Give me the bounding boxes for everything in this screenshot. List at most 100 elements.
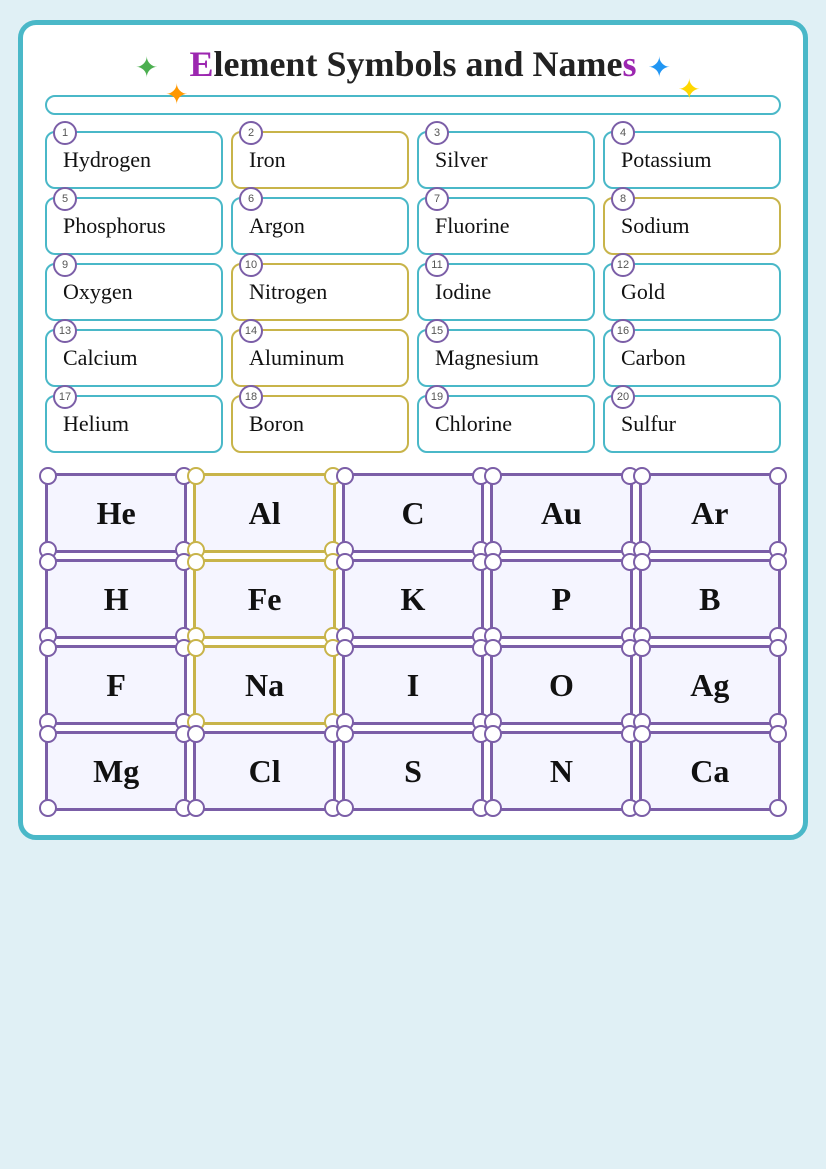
num-badge-7: 7 (425, 187, 449, 211)
star-orange-icon: ✦ (165, 78, 188, 112)
num-badge-13: 13 (53, 319, 77, 343)
name-cell-16: 16 Carbon (603, 329, 781, 387)
num-badge-9: 9 (53, 253, 77, 277)
symbol-text-Mg: Mg (93, 753, 139, 790)
num-badge-19: 19 (425, 385, 449, 409)
element-name-18: Boron (243, 411, 304, 437)
element-name-8: Sodium (615, 213, 689, 239)
name-cell-14: 14 Aluminum (231, 329, 409, 387)
symbol-cell-He[interactable]: He (45, 473, 187, 553)
symbol-cell-I[interactable]: I (342, 645, 484, 725)
symbol-cell-B[interactable]: B (639, 559, 781, 639)
corner-tl (336, 725, 354, 743)
symbol-cell-Ar[interactable]: Ar (639, 473, 781, 553)
symbol-cell-Ca[interactable]: Ca (639, 731, 781, 811)
name-cell-6: 6 Argon (231, 197, 409, 255)
name-cell-10: 10 Nitrogen (231, 263, 409, 321)
corner-bl (39, 799, 57, 817)
symbol-text-Ag: Ag (690, 667, 729, 704)
symbol-cell-Al[interactable]: Al (193, 473, 335, 553)
name-cell-5: 5 Phosphorus (45, 197, 223, 255)
corner-tl (39, 725, 57, 743)
element-name-11: Iodine (429, 279, 491, 305)
name-cell-15: 15 Magnesium (417, 329, 595, 387)
corner-tl (39, 553, 57, 571)
corner-tl (187, 467, 205, 485)
name-cell-4: 4 Potassium (603, 131, 781, 189)
name-cell-8: 8 Sodium (603, 197, 781, 255)
corner-tl (484, 639, 502, 657)
corner-tl (633, 725, 651, 743)
corner-tl (633, 639, 651, 657)
num-badge-16: 16 (611, 319, 635, 343)
star-yellow-icon: ✦ (678, 73, 701, 107)
corner-tl (336, 639, 354, 657)
num-badge-2: 2 (239, 121, 263, 145)
corner-tl (187, 725, 205, 743)
symbol-cell-O[interactable]: O (490, 645, 632, 725)
name-cell-1: 1 Hydrogen (45, 131, 223, 189)
name-cell-20: 20 Sulfur (603, 395, 781, 453)
star-blue-icon: ✦ (648, 51, 671, 85)
element-name-7: Fluorine (429, 213, 510, 239)
symbol-text-He: He (97, 495, 136, 532)
symbol-cell-Fe[interactable]: Fe (193, 559, 335, 639)
symbol-cell-H[interactable]: H (45, 559, 187, 639)
symbol-text-O: O (549, 667, 574, 704)
symbol-cell-S[interactable]: S (342, 731, 484, 811)
symbol-cell-Au[interactable]: Au (490, 473, 632, 553)
name-cell-18: 18 Boron (231, 395, 409, 453)
corner-tl (39, 467, 57, 485)
name-cell-2: 2 Iron (231, 131, 409, 189)
symbol-text-F: F (106, 667, 126, 704)
corner-bl (633, 799, 651, 817)
element-name-1: Hydrogen (57, 147, 151, 173)
element-name-16: Carbon (615, 345, 686, 371)
num-badge-8: 8 (611, 187, 635, 211)
symbol-cell-K[interactable]: K (342, 559, 484, 639)
title-area: ✦ ✦ Element Symbols and Names ✦ ✦ (45, 43, 781, 85)
corner-bl (484, 799, 502, 817)
element-name-14: Aluminum (243, 345, 344, 371)
symbol-cell-N[interactable]: N (490, 731, 632, 811)
symbols-row-2: F Na I O Ag (45, 645, 781, 725)
name-cell-13: 13 Calcium (45, 329, 223, 387)
symbol-cell-Mg[interactable]: Mg (45, 731, 187, 811)
symbol-text-Cl: Cl (249, 753, 281, 790)
symbol-text-Na: Na (245, 667, 284, 704)
element-name-20: Sulfur (615, 411, 676, 437)
page: ✦ ✦ Element Symbols and Names ✦ ✦ 1 Hydr… (18, 20, 808, 840)
corner-tl (187, 639, 205, 657)
symbol-cell-C[interactable]: C (342, 473, 484, 553)
symbols-section: He Al C Au Ar (45, 473, 781, 811)
symbol-cell-Na[interactable]: Na (193, 645, 335, 725)
symbol-text-Fe: Fe (248, 581, 282, 618)
symbol-cell-Cl[interactable]: Cl (193, 731, 335, 811)
symbol-cell-Ag[interactable]: Ag (639, 645, 781, 725)
element-name-3: Silver (429, 147, 488, 173)
symbol-text-N: N (550, 753, 573, 790)
corner-tr (769, 553, 787, 571)
name-cell-3: 3 Silver (417, 131, 595, 189)
element-name-15: Magnesium (429, 345, 539, 371)
num-badge-5: 5 (53, 187, 77, 211)
corner-bl (336, 799, 354, 817)
corner-tl (633, 467, 651, 485)
corner-tl (336, 467, 354, 485)
element-name-2: Iron (243, 147, 286, 173)
element-name-10: Nitrogen (243, 279, 327, 305)
symbol-cell-P[interactable]: P (490, 559, 632, 639)
symbols-row-3: Mg Cl S N Ca (45, 731, 781, 811)
name-cell-17: 17 Helium (45, 395, 223, 453)
element-name-19: Chlorine (429, 411, 512, 437)
corner-bl (187, 799, 205, 817)
name-cell-11: 11 Iodine (417, 263, 595, 321)
num-badge-12: 12 (611, 253, 635, 277)
element-name-5: Phosphorus (57, 213, 166, 239)
num-badge-20: 20 (611, 385, 635, 409)
symbol-text-P: P (552, 581, 572, 618)
num-badge-18: 18 (239, 385, 263, 409)
symbols-row-0: He Al C Au Ar (45, 473, 781, 553)
symbol-cell-F[interactable]: F (45, 645, 187, 725)
corner-tl (484, 725, 502, 743)
